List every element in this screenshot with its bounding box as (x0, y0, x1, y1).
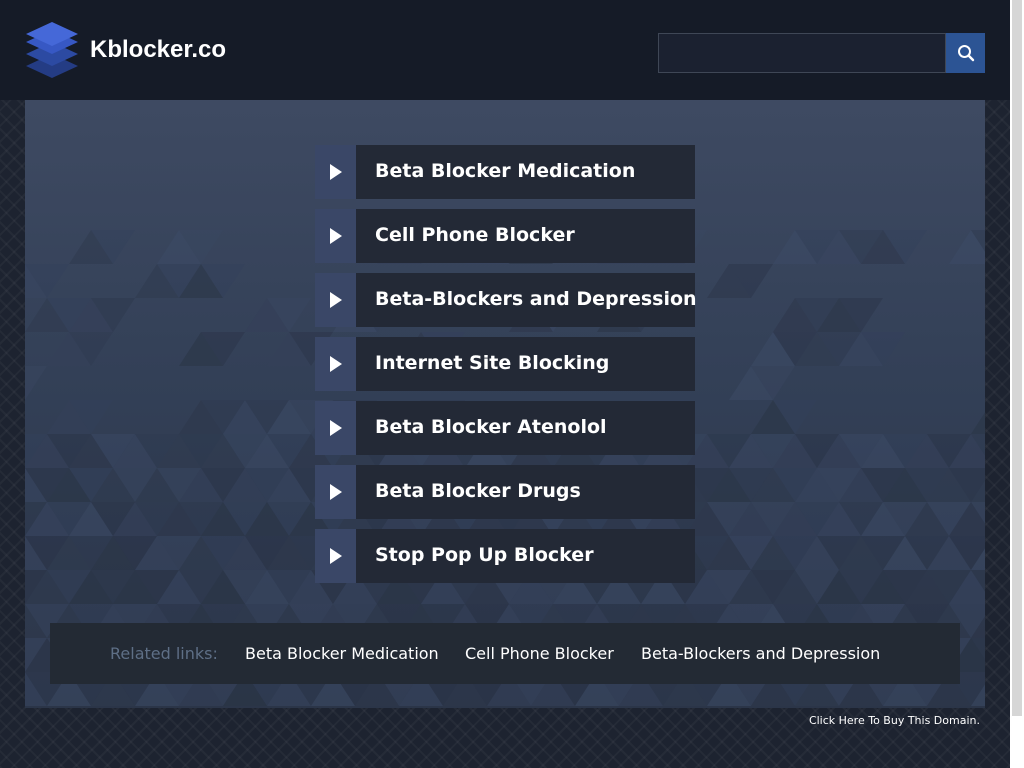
scrollbar-thumb[interactable] (1012, 0, 1022, 716)
buy-domain-link[interactable]: Click Here To Buy This Domain. (809, 714, 980, 727)
triangle-right-icon (315, 145, 356, 199)
ad-link-label: Stop Pop Up Blocker (375, 544, 594, 566)
ad-link[interactable]: Beta Blocker Drugs (315, 465, 695, 519)
triangle-right-icon (315, 465, 356, 519)
ad-link-label: Internet Site Blocking (375, 352, 610, 374)
ad-link-label: Beta Blocker Medication (375, 160, 636, 182)
search-input[interactable] (658, 33, 946, 73)
ad-link-label: Beta-Blockers and Depression (375, 288, 697, 310)
related-links-bar: Related links: Beta Blocker Medication C… (50, 623, 960, 684)
main-panel: Beta Blocker Medication Cell Phone Block… (25, 100, 985, 708)
triangle-right-icon (315, 529, 356, 583)
site-title[interactable]: Kblocker.co (90, 35, 226, 65)
related-link[interactable]: Beta Blocker Medication (245, 623, 439, 684)
related-links-heading: Related links: (110, 644, 218, 663)
ad-link[interactable]: Internet Site Blocking (315, 337, 695, 391)
ad-link[interactable]: Stop Pop Up Blocker (315, 529, 695, 583)
site-header: Kblocker.co (0, 0, 1010, 100)
triangle-right-icon (315, 273, 356, 327)
search-button[interactable] (946, 33, 985, 73)
triangle-right-icon (315, 337, 356, 391)
stacked-layers-icon[interactable] (24, 20, 80, 80)
ad-link-label: Beta Blocker Atenolol (375, 416, 607, 438)
scrollbar[interactable] (1010, 0, 1024, 768)
related-link[interactable]: Cell Phone Blocker (465, 623, 614, 684)
ad-link-label: Beta Blocker Drugs (375, 480, 581, 502)
ad-link-label: Cell Phone Blocker (375, 224, 575, 246)
ad-link[interactable]: Beta Blocker Medication (315, 145, 695, 199)
ad-link[interactable]: Beta-Blockers and Depression (315, 273, 697, 327)
triangle-right-icon (315, 401, 356, 455)
related-link[interactable]: Beta-Blockers and Depression (641, 623, 880, 684)
search-icon (957, 45, 974, 62)
triangle-right-icon (315, 209, 356, 263)
ad-link[interactable]: Beta Blocker Atenolol (315, 401, 695, 455)
ad-link[interactable]: Cell Phone Blocker (315, 209, 695, 263)
